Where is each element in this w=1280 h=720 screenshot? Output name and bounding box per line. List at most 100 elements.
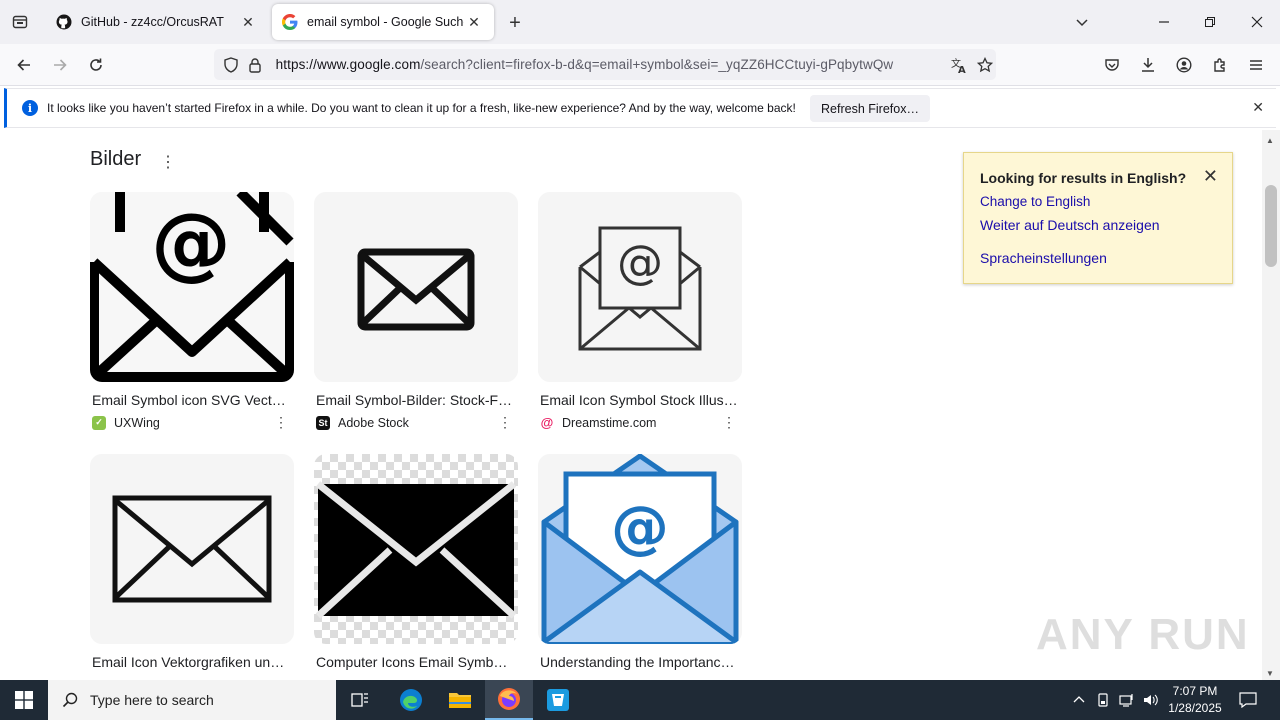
refresh-firefox-notification: i It looks like you haven’t started Fire… xyxy=(4,88,1276,128)
search-results-page: Bilder ⋮ @ Email Symbol icon SVG Vecto… … xyxy=(0,130,1262,680)
edge-browser-icon[interactable] xyxy=(387,680,435,720)
system-clock[interactable]: 7:07 PM 1/28/2025 xyxy=(1160,683,1230,717)
source-name: Dreamstime.com xyxy=(562,415,657,430)
image-result-card[interactable]: Email Symbol-Bilder: Stock-F… St Adobe S… xyxy=(314,192,520,431)
close-icon[interactable]: ✕ xyxy=(1203,166,1218,187)
section-title: Bilder xyxy=(90,148,142,170)
image-result-card[interactable]: @ Email Icon Symbol Stock Illust… @ Drea… xyxy=(538,192,744,431)
image-result-card[interactable]: Computer Icons Email Symbo… xyxy=(314,454,520,670)
minimize-button[interactable] xyxy=(1150,8,1178,36)
more-options-icon[interactable]: ⋮ xyxy=(722,414,736,431)
github-icon xyxy=(56,14,72,30)
scrollbar-thumb[interactable] xyxy=(1265,185,1277,267)
close-window-button[interactable] xyxy=(1243,8,1271,36)
clock-date: 1/28/2025 xyxy=(1168,701,1222,715)
more-options-icon[interactable]: ⋮ xyxy=(160,152,176,172)
address-bar[interactable]: https://www.google.com/search?client=fir… xyxy=(214,49,996,80)
reload-button[interactable] xyxy=(81,50,111,80)
image-caption[interactable]: Email Symbol-Bilder: Stock-F… xyxy=(314,392,514,408)
image-caption[interactable]: Understanding the Importanc… xyxy=(538,654,738,670)
change-to-english-link[interactable]: Change to English xyxy=(980,194,1090,209)
lock-icon[interactable] xyxy=(244,54,266,76)
notifications-icon[interactable] xyxy=(1234,680,1262,720)
tab-strip: GitHub - zz4cc/OrcusRAT ✕ email symbol -… xyxy=(0,0,1280,44)
search-placeholder: Type here to search xyxy=(90,692,214,708)
forward-button[interactable] xyxy=(45,50,75,80)
volume-icon[interactable] xyxy=(1141,680,1161,720)
file-explorer-icon[interactable] xyxy=(436,680,484,720)
image-caption[interactable]: Email Icon Symbol Stock Illust… xyxy=(538,392,738,408)
image-thumbnail[interactable]: @ xyxy=(90,192,294,382)
language-settings-link[interactable]: Spracheinstellungen xyxy=(980,250,1107,266)
uxwing-logo-icon: ✓ xyxy=(92,415,106,430)
hamburger-menu-icon[interactable] xyxy=(1241,50,1271,80)
firefox-view-button[interactable] xyxy=(6,8,34,36)
anyrun-app-icon[interactable] xyxy=(534,680,582,720)
image-thumbnail[interactable]: @ xyxy=(538,192,742,382)
info-icon: i xyxy=(22,100,38,116)
image-thumbnail[interactable] xyxy=(90,454,294,644)
svg-text:A: A xyxy=(958,65,966,74)
tab-google-search[interactable]: email symbol - Google Suche ✕ xyxy=(272,4,494,40)
back-button[interactable] xyxy=(9,50,39,80)
tracking-protection-shield-icon[interactable] xyxy=(220,54,242,76)
url-text[interactable]: https://www.google.com/search?client=fir… xyxy=(276,57,931,72)
image-source[interactable]: @ Dreamstime.com ⋮ xyxy=(538,414,744,431)
image-source[interactable]: ✓ UXWing ⋮ xyxy=(90,414,296,431)
list-all-tabs-chevron-icon[interactable] xyxy=(1068,8,1096,36)
account-icon[interactable] xyxy=(1169,50,1199,80)
tab-title: email symbol - Google Suche xyxy=(307,15,464,29)
scroll-up-arrow-icon[interactable]: ▲ xyxy=(1266,136,1274,145)
scroll-down-arrow-icon[interactable]: ▼ xyxy=(1266,669,1274,678)
tab-title: GitHub - zz4cc/OrcusRAT xyxy=(81,15,224,29)
extensions-puzzle-icon[interactable] xyxy=(1205,50,1235,80)
dreamstime-logo-icon: @ xyxy=(540,415,554,430)
image-thumbnail[interactable]: @ xyxy=(538,454,742,644)
image-caption[interactable]: Computer Icons Email Symbo… xyxy=(314,654,514,670)
network-icon[interactable] xyxy=(1117,680,1137,720)
image-result-card[interactable]: Email Icon Vektorgrafiken un… xyxy=(90,454,296,670)
image-caption[interactable]: Email Symbol icon SVG Vecto… xyxy=(90,392,290,408)
image-thumbnail[interactable] xyxy=(314,192,518,382)
source-name: Adobe Stock xyxy=(338,415,409,430)
language-suggestion-title: Looking for results in English? xyxy=(980,170,1187,186)
refresh-firefox-button[interactable]: Refresh Firefox… xyxy=(810,95,930,122)
firefox-icon[interactable] xyxy=(485,680,533,720)
continue-in-german-link[interactable]: Weiter auf Deutsch anzeigen xyxy=(980,217,1160,233)
close-icon[interactable]: ✕ xyxy=(1252,99,1264,116)
close-tab-icon[interactable]: ✕ xyxy=(238,12,258,32)
search-icon xyxy=(62,692,78,708)
downloads-icon[interactable] xyxy=(1133,50,1163,80)
taskbar-search-box[interactable]: Type here to search xyxy=(48,680,336,720)
device-icon[interactable] xyxy=(1094,680,1112,720)
adobe-stock-logo-icon: St xyxy=(316,415,330,430)
image-source[interactable]: St Adobe Stock ⋮ xyxy=(314,414,520,431)
more-options-icon[interactable]: ⋮ xyxy=(498,414,512,431)
start-button[interactable] xyxy=(0,680,48,720)
image-caption[interactable]: Email Icon Vektorgrafiken un… xyxy=(90,654,290,670)
anyrun-watermark: ANY RUN xyxy=(1036,610,1250,659)
image-thumbnail[interactable] xyxy=(314,454,518,644)
google-g-icon xyxy=(282,14,298,30)
svg-text:@: @ xyxy=(151,196,231,289)
image-result-card[interactable]: @ Understanding the Importanc… xyxy=(538,454,744,670)
url-host: https://www.google.com xyxy=(275,57,421,72)
page-scrollbar[interactable]: ▲ ▼ xyxy=(1262,130,1280,680)
new-tab-button[interactable]: + xyxy=(502,10,528,36)
translate-icon[interactable]: 文A xyxy=(948,54,970,76)
show-hidden-icons-chevron-icon[interactable] xyxy=(1070,680,1088,720)
tab-github[interactable]: GitHub - zz4cc/OrcusRAT ✕ xyxy=(46,4,268,40)
source-name: UXWing xyxy=(114,415,160,430)
pocket-icon[interactable] xyxy=(1097,50,1127,80)
more-options-icon[interactable]: ⋮ xyxy=(274,414,288,431)
language-suggestion-box: Looking for results in English? ✕ Change… xyxy=(963,152,1233,284)
restore-button[interactable] xyxy=(1196,8,1224,36)
image-result-card[interactable]: @ Email Symbol icon SVG Vecto… ✓ UXWing … xyxy=(90,192,296,431)
navigation-toolbar: https://www.google.com/search?client=fir… xyxy=(0,44,1280,86)
close-tab-icon[interactable]: ✕ xyxy=(464,12,484,32)
task-view-icon[interactable] xyxy=(336,680,384,720)
notification-message: It looks like you haven’t started Firefo… xyxy=(47,101,796,115)
svg-text:@: @ xyxy=(611,493,669,561)
windows-taskbar: Type here to search 7:07 PM 1/28/2025 xyxy=(0,680,1280,720)
bookmark-star-icon[interactable] xyxy=(974,54,996,76)
